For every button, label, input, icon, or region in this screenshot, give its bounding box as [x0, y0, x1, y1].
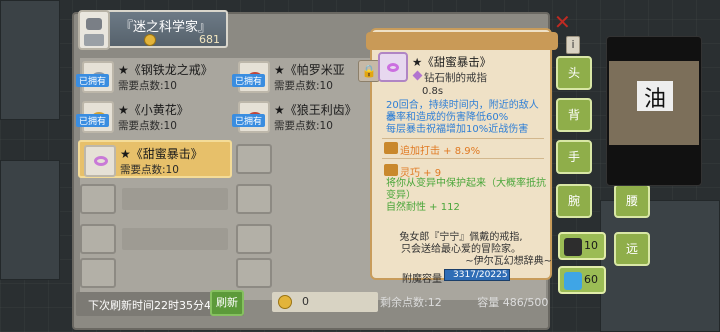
item-name: ★《甜蜜暴击》: [120, 147, 203, 161]
hero-resource: 10: [558, 232, 606, 260]
ring-icon: [84, 145, 116, 177]
merchant-title: 『迷之科学家』: [120, 20, 212, 35]
equip-far-button[interactable]: 远: [614, 232, 650, 266]
item-cost: 需要点数:10: [120, 164, 179, 176]
item-cost: 需要点数:10: [118, 80, 177, 92]
gem-resource: 60: [558, 266, 606, 294]
owned-badge: 已拥有: [76, 74, 110, 87]
empty-slot[interactable]: [236, 184, 272, 214]
equip-back-button[interactable]: 背: [556, 98, 592, 132]
gold-coin-icon: [144, 34, 156, 46]
flavor-source: ~伊尔瓦幻想辞典~: [465, 256, 552, 267]
owned-badge: 已拥有: [232, 74, 266, 87]
empty-slot[interactable]: [236, 144, 272, 174]
info-icon[interactable]: i: [566, 36, 580, 54]
gem-ring-icon: [378, 52, 408, 82]
shop-slot[interactable]: 已拥有 ★《狼王利齿》 需要点数:10: [232, 98, 384, 136]
item-name: ★《帕罗米亚: [274, 63, 345, 77]
tooltip-stat: 变异）: [386, 190, 416, 201]
shop-slot-selected[interactable]: ★《甜蜜暴击》 需要点数:10: [78, 140, 232, 178]
close-icon[interactable]: ✕: [554, 10, 574, 34]
capacity-bar: 3317/20225: [444, 269, 510, 281]
capacity-value: 3317/20225: [453, 270, 508, 280]
points-remaining: 剩余点数:12 容量 486/500: [380, 296, 549, 309]
wall-tile: [0, 160, 60, 280]
tooltip-stat: 自然耐性 + 112: [386, 202, 460, 213]
buff-icon: [384, 142, 398, 154]
empty-slot-bar: [122, 188, 228, 210]
equip-waist-button[interactable]: 腰: [614, 184, 650, 218]
wall-tile: [0, 0, 60, 120]
divider: [382, 158, 544, 159]
item-name: ★《狼王利齿》: [274, 103, 357, 117]
capacity-label: 附魔容量: [402, 274, 442, 285]
empty-slot[interactable]: [80, 184, 116, 214]
coin-icon: [278, 295, 292, 309]
equip-hand-button[interactable]: 手: [556, 140, 592, 174]
empty-slot[interactable]: [236, 224, 272, 254]
owned-badge: 已拥有: [232, 114, 266, 127]
merchant-avatar: [78, 10, 110, 50]
empty-slot[interactable]: [236, 258, 272, 288]
hero-count: 10: [584, 239, 598, 252]
owned-badge: 已拥有: [76, 114, 110, 127]
empty-slot-bar: [122, 228, 228, 250]
item-name: ★《小黄花》: [118, 103, 189, 117]
coin-counter: 0: [272, 292, 378, 312]
equip-head-button[interactable]: 头: [556, 56, 592, 90]
equip-wrist-button[interactable]: 腕: [556, 184, 592, 218]
gem-count: 60: [584, 273, 598, 286]
refresh-button[interactable]: 刷新: [210, 290, 244, 316]
tooltip-desc: 击率和造成的伤害降低60%: [386, 112, 509, 123]
tooltip-stat: 追加打击 + 8.9%: [400, 146, 481, 157]
tooltip-stat: 灵巧 + 9: [400, 168, 442, 179]
coin-count: 0: [302, 295, 309, 308]
item-cost: 需要点数:10: [118, 120, 177, 132]
tooltip-header-bar: [366, 32, 558, 50]
buff-icon: [384, 164, 398, 176]
wall-tile: [600, 200, 720, 332]
gem-icon: [564, 272, 582, 290]
item-cost: 需要点数:10: [274, 120, 333, 132]
item-cost: 需要点数:10: [274, 80, 333, 92]
item-tooltip: 🔒 ★《甜蜜暴击》 钻石制的戒指 0.8s 20回合，持续时间内，附近的敌人暴 …: [358, 28, 558, 285]
capacity-text: 容量 486/500: [477, 296, 549, 309]
video-overlay[interactable]: [606, 36, 702, 186]
gold-amount: 681: [199, 33, 220, 46]
tooltip-subtitle: 钻石制的戒指: [424, 72, 487, 84]
tooltip-item-name: ★《甜蜜暴击》: [412, 55, 492, 69]
empty-slot[interactable]: [80, 224, 116, 254]
refresh-timer: 下次刷新时间22时35分40: [88, 299, 218, 312]
tooltip-stat: 将你从变异中保护起来（大概率抵抗: [386, 178, 546, 189]
shop-slot[interactable]: 已拥有 ★《小黄花》 需要点数:10: [76, 98, 230, 136]
tooltip-speed: 0.8s: [422, 86, 444, 97]
divider: [382, 138, 544, 139]
lock-icon[interactable]: 🔒: [358, 60, 380, 82]
tooltip-desc: 每层暴击祝福增加10%近战伤害: [386, 124, 529, 135]
item-name: ★《钢铁龙之戒》: [118, 63, 213, 77]
diamond-icon: [412, 70, 423, 81]
video-thumbnail: [609, 61, 699, 145]
hero-icon: [564, 238, 582, 256]
empty-slot[interactable]: [80, 258, 116, 288]
shop-slot[interactable]: 已拥有 ★《钢铁龙之戒》 需要点数:10: [76, 58, 230, 96]
